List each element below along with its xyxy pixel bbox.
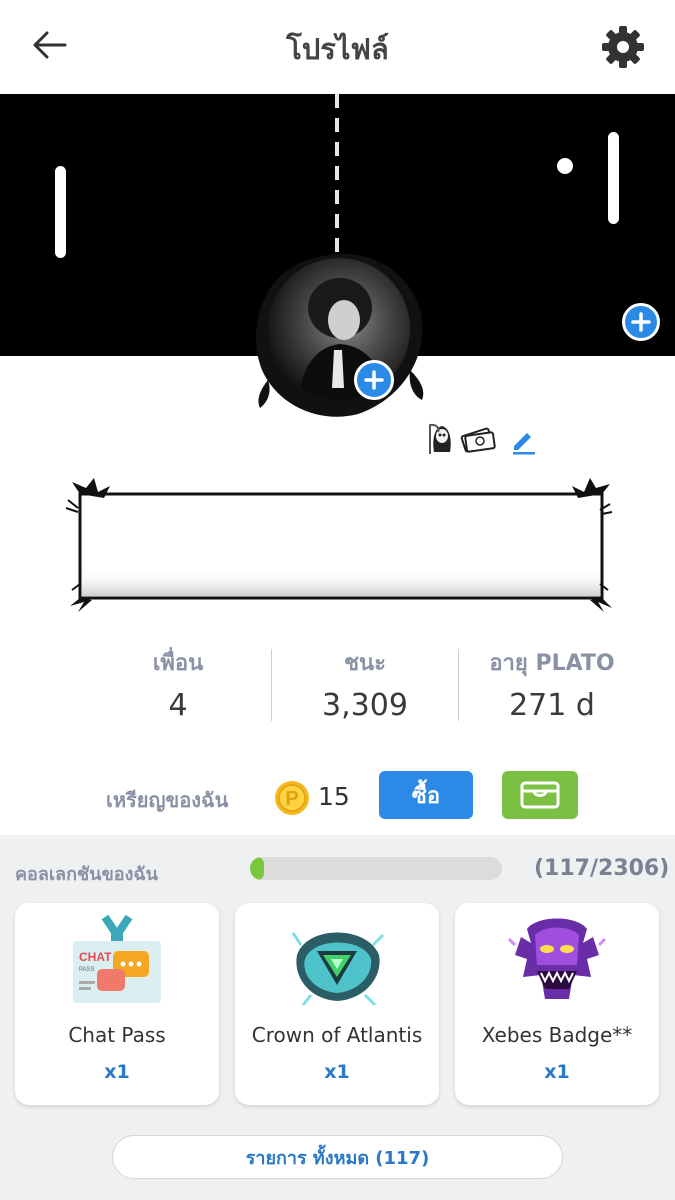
stat-value: 3,309 xyxy=(322,688,408,723)
xebes-badge-icon xyxy=(507,918,607,999)
coin-count: 15 xyxy=(318,782,350,811)
collection-title: คอลเลกชันของฉัน xyxy=(15,864,158,885)
edit-profile-button[interactable] xyxy=(510,428,538,456)
collection-progress-bar xyxy=(250,857,502,880)
pong-ball xyxy=(557,158,573,174)
stat-value: 271 d xyxy=(509,688,595,723)
crown-of-atlantis-icon xyxy=(291,932,385,1007)
stat-label: เพื่อน xyxy=(152,651,204,676)
grim-reaper-icon[interactable] xyxy=(426,422,456,456)
chat-pass-icon: CHAT PASS xyxy=(73,915,161,1003)
wallet-button[interactable] xyxy=(502,771,578,819)
collection-count: (117/2306) xyxy=(534,856,670,881)
collection-item-name: Xebes Badge** xyxy=(481,1023,633,1047)
pong-right-paddle xyxy=(608,132,619,224)
gear-icon xyxy=(602,26,644,68)
wallet-icon xyxy=(520,781,560,809)
stat-wins: ชนะ 3,309 xyxy=(272,645,458,725)
stat-plato-age: อายุ PLATO 271 d xyxy=(459,645,645,725)
stat-label: ชนะ xyxy=(344,651,386,676)
collection-item-qty: x1 xyxy=(544,1061,570,1083)
plus-icon xyxy=(364,370,384,390)
stat-friends[interactable]: เพื่อน 4 xyxy=(85,645,271,725)
collection-card-chat-pass[interactable]: CHAT PASS Chat Pass x1 xyxy=(15,903,219,1105)
settings-button[interactable] xyxy=(598,22,648,72)
collection-card-xebes-badge[interactable]: Xebes Badge** x1 xyxy=(455,903,659,1105)
top-bar: โปรไฟล์ xyxy=(0,0,675,94)
plato-coin-icon: P xyxy=(274,780,310,820)
bio-box[interactable] xyxy=(64,478,614,612)
collection-item-qty: x1 xyxy=(324,1061,350,1083)
avatar-add-button[interactable] xyxy=(354,360,394,400)
collection-item-name: Crown of Atlantis xyxy=(251,1023,423,1047)
collection-section: คอลเลกชันของฉัน (117/2306) CHAT PASS Cha… xyxy=(0,835,675,1200)
comic-frame xyxy=(65,478,613,612)
svg-text:P: P xyxy=(285,788,298,810)
view-all-items-button[interactable]: รายการ ทั้งหมด (117) xyxy=(112,1135,563,1179)
badge-row xyxy=(426,422,496,456)
stat-value: 4 xyxy=(168,688,188,723)
banner-add-button[interactable] xyxy=(622,303,660,341)
buy-coins-button[interactable]: ซื้อ xyxy=(379,771,473,819)
collection-progress-fill xyxy=(250,857,264,880)
coin-label: เหรียญของฉัน xyxy=(106,788,229,812)
avatar-frame xyxy=(250,250,430,420)
svg-text:CHAT: CHAT xyxy=(79,950,112,964)
pencil-icon xyxy=(513,433,535,455)
plus-icon xyxy=(631,312,651,332)
svg-text:PASS: PASS xyxy=(79,967,95,973)
collection-item-name: Chat Pass xyxy=(68,1023,166,1047)
collection-item-qty: x1 xyxy=(104,1061,130,1083)
pong-left-paddle xyxy=(55,166,66,258)
collection-card-crown-of-atlantis[interactable]: Crown of Atlantis x1 xyxy=(235,903,439,1105)
money-stack-icon[interactable] xyxy=(460,424,496,454)
page-title: โปรไฟล์ xyxy=(286,32,389,66)
stat-label: อายุ PLATO xyxy=(489,651,615,676)
stats-row: เพื่อน 4 ชนะ 3,309 อายุ PLATO 271 d xyxy=(85,645,645,725)
